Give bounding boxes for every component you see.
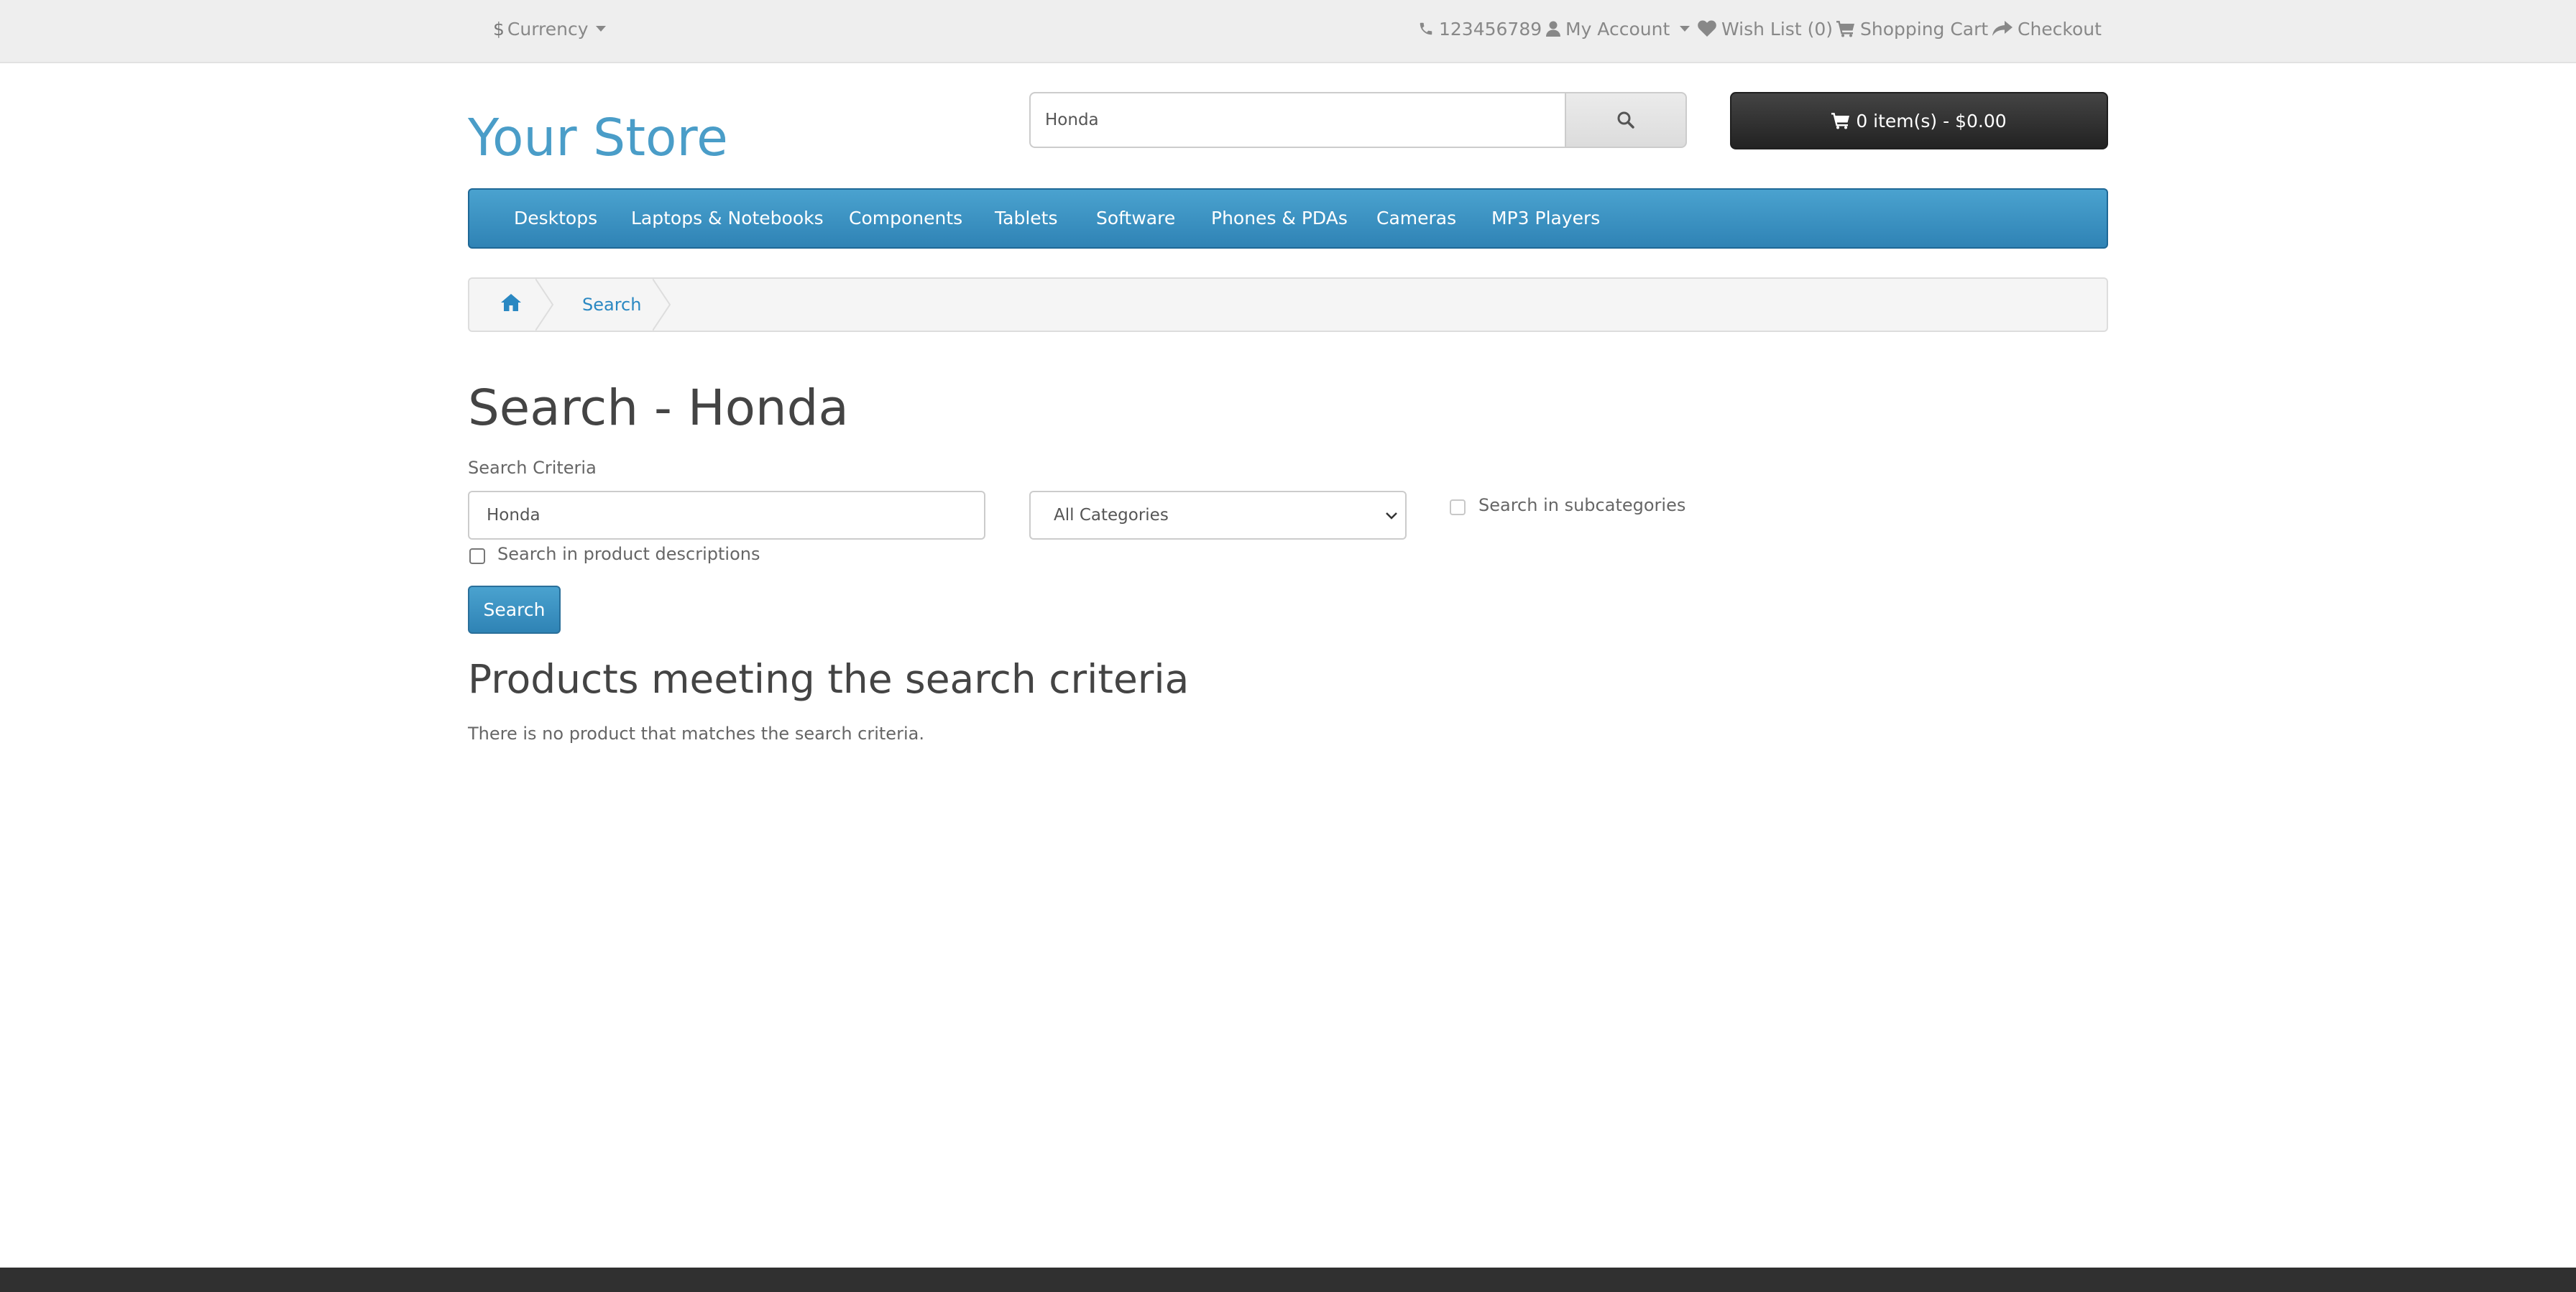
- menu-item-desktops[interactable]: Desktops: [514, 190, 597, 247]
- currency-symbol: $: [493, 18, 505, 40]
- my-account-dropdown[interactable]: My Account: [1546, 0, 1690, 57]
- shopping-cart-icon: [1836, 21, 1854, 37]
- shopping-cart-link[interactable]: Shopping Cart: [1836, 0, 1988, 57]
- search-icon: [1617, 111, 1634, 129]
- checkout-link[interactable]: Checkout: [1992, 0, 2102, 57]
- caret-down-icon: [1680, 26, 1690, 32]
- menu-item-cameras[interactable]: Cameras: [1376, 190, 1456, 247]
- menu-item-software[interactable]: Software: [1096, 190, 1175, 247]
- breadcrumb: Search: [468, 277, 2108, 332]
- breadcrumb-home[interactable]: [501, 293, 521, 315]
- subcategories-checkbox[interactable]: [1450, 499, 1466, 515]
- phone-link[interactable]: 123456789: [1418, 0, 1542, 57]
- menu-item-components[interactable]: Components: [849, 190, 962, 247]
- my-account-label: My Account: [1565, 18, 1670, 40]
- menu-item-phones-pdas[interactable]: Phones & PDAs: [1211, 190, 1348, 247]
- phone-number: 123456789: [1439, 18, 1542, 40]
- results-heading: Products meeting the search criteria: [468, 656, 1190, 702]
- search-button[interactable]: [1565, 92, 1687, 148]
- menu-item-laptops-notebooks[interactable]: Laptops & Notebooks: [631, 190, 824, 247]
- descriptions-checkbox[interactable]: [469, 548, 485, 564]
- main-menu: Desktops Laptops & Notebooks Components …: [468, 188, 2108, 249]
- user-icon: [1546, 21, 1560, 37]
- top-bar: $ Currency 123456789 My Account Wish Lis…: [0, 0, 2576, 63]
- no-results-message: There is no product that matches the sea…: [468, 724, 924, 744]
- subcategories-label: Search in subcategories: [1478, 495, 1686, 515]
- chevron-down-icon: [1386, 512, 1397, 520]
- breadcrumb-search[interactable]: Search: [582, 279, 641, 331]
- page-title: Search - Honda: [468, 379, 849, 437]
- caret-down-icon: [595, 26, 606, 32]
- checkout-label: Checkout: [2018, 18, 2102, 40]
- wish-list-link[interactable]: Wish List (0): [1698, 0, 1833, 57]
- shopping-cart-label: Shopping Cart: [1860, 18, 1989, 40]
- menu-item-tablets[interactable]: Tablets: [995, 190, 1057, 247]
- shopping-cart-icon: [1831, 113, 1850, 129]
- search-submit-button[interactable]: Search: [468, 586, 561, 634]
- header-search: [1029, 92, 1687, 148]
- category-select[interactable]: All Categories: [1029, 491, 1407, 540]
- home-icon: [501, 294, 521, 311]
- breadcrumb-separator: [535, 279, 554, 331]
- search-criteria-label: Search Criteria: [468, 458, 597, 478]
- category-selected-value: All Categories: [1054, 506, 1169, 525]
- keyword-input[interactable]: [468, 491, 985, 540]
- heart-icon: [1698, 20, 1716, 37]
- menu-item-mp3-players[interactable]: MP3 Players: [1491, 190, 1600, 247]
- breadcrumb-separator: [653, 279, 671, 331]
- wish-list-label: Wish List (0): [1721, 18, 1833, 40]
- search-input[interactable]: [1029, 92, 1565, 148]
- cart-button[interactable]: 0 item(s) - $0.00: [1730, 92, 2108, 149]
- cart-total: 0 item(s) - $0.00: [1856, 110, 2007, 131]
- store-logo[interactable]: Your Store: [468, 112, 728, 163]
- descriptions-label: Search in product descriptions: [497, 544, 760, 564]
- currency-dropdown[interactable]: $ Currency: [493, 0, 606, 57]
- phone-icon: [1420, 22, 1432, 35]
- currency-label: Currency: [507, 18, 589, 40]
- footer: [0, 1268, 2576, 1292]
- share-arrow-icon: [1992, 21, 2012, 36]
